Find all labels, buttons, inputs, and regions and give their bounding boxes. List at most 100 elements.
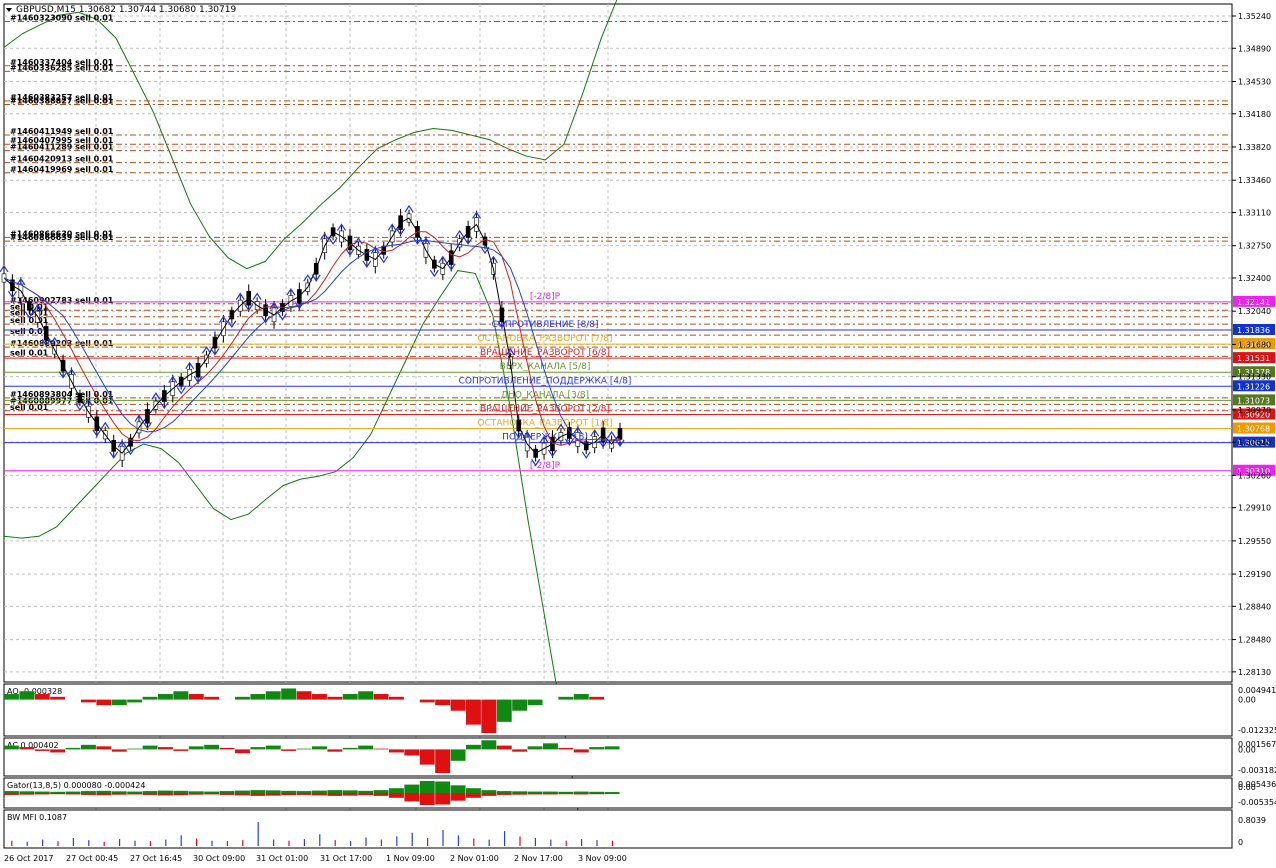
gator-lower-bar: [158, 793, 173, 796]
gator-lower-bar: [281, 793, 297, 796]
mfi-bar: [211, 840, 213, 846]
price-tick-label: 1.32750: [1238, 242, 1271, 251]
gator-upper-bar: [496, 791, 512, 793]
histogram-bar: [543, 743, 558, 750]
histogram-bar: [558, 747, 574, 750]
gator-upper-bar: [450, 785, 466, 793]
gator-lower-bar: [34, 793, 50, 795]
gator-upper-bar: [543, 791, 558, 793]
histogram-bar: [496, 699, 512, 722]
mfi-bar: [288, 840, 290, 846]
gator-upper-bar: [235, 790, 250, 793]
histogram-bar: [235, 696, 250, 700]
indicator-tick-label: 0.00: [1238, 783, 1256, 792]
histogram-bar: [19, 691, 35, 700]
order-label: #1460336285 sell 0.01: [10, 63, 114, 72]
histogram-bar: [573, 694, 589, 700]
mfi-bar: [611, 840, 613, 846]
gator-lower-bar: [312, 793, 327, 796]
histogram-bar: [342, 694, 358, 700]
price-tick-label: 1.28840: [1238, 602, 1271, 611]
gator-lower-bar: [527, 793, 543, 795]
histogram-bar: [604, 746, 620, 750]
histogram-bar: [188, 694, 204, 700]
histogram-bar: [158, 694, 173, 700]
gator-lower-bar: [450, 793, 466, 801]
mfi-bar: [519, 836, 521, 846]
price-tick-label: 1.30970: [1238, 406, 1271, 415]
indicator-tick-label: 0.8039: [1238, 816, 1266, 825]
histogram-bar: [450, 749, 466, 761]
order-label: #1460866639 sell 0.01: [10, 233, 114, 242]
murrey-label: [-2/8]P: [530, 292, 561, 302]
indicator-label: Gator(13,8,5) 0.000080 -0.000424: [7, 781, 145, 790]
gator-upper-bar: [342, 790, 358, 793]
histogram-bar: [19, 747, 35, 750]
histogram-bar: [466, 699, 481, 725]
price-tick-label: 1.29550: [1238, 537, 1271, 546]
gator-upper-bar: [4, 791, 19, 793]
histogram-bar: [281, 688, 297, 700]
time-tick-label: 26 Oct 2017: [4, 854, 53, 863]
order-label: #1460419969 sell 0.01: [10, 165, 114, 174]
price-tick-label: 1.31680: [1238, 340, 1271, 349]
mfi-bar: [534, 838, 536, 846]
indicator-panel-frame: [3, 809, 1233, 849]
indicator-panels: AO -0.000328 0.0049410.00-0.012325AC 0.00…: [3, 683, 1276, 849]
gator-upper-bar: [573, 791, 589, 793]
gator-lower-bar: [543, 793, 558, 795]
time-axis: 26 Oct 2017 27 Oct 00:45 27 Oct 16:45 30 Oc…: [4, 854, 627, 863]
histogram-bar: [173, 749, 189, 751]
order-label: sell 0.01: [10, 348, 49, 357]
dropdown-triangle-icon[interactable]: [6, 8, 12, 12]
order-label: #1460388827 sell 0.01: [10, 97, 114, 106]
time-tick-label: 1 Nov 09:00: [386, 854, 435, 863]
mfi-bar: [149, 841, 151, 846]
histogram-bar: [327, 749, 343, 752]
gator-upper-bar: [111, 791, 127, 793]
price-tick-label: 1.29910: [1238, 504, 1271, 513]
mfi-bar: [257, 822, 259, 846]
histogram-bar: [342, 747, 358, 750]
gator-lower-bar: [111, 793, 127, 795]
gator-lower-bar: [296, 793, 312, 795]
mfi-bar: [57, 841, 59, 846]
gator-upper-bar: [34, 791, 50, 793]
mfi-bar: [226, 841, 228, 846]
mfi-bar: [119, 839, 121, 846]
histogram-bar: [296, 748, 312, 750]
price-tick-label: 1.34890: [1238, 44, 1271, 53]
indicator-tick-label: -0.012325: [1238, 726, 1276, 735]
histogram-bar: [50, 696, 66, 700]
histogram-bar: [96, 746, 112, 750]
histogram-bar: [142, 745, 158, 750]
mfi-bar: [350, 841, 352, 846]
histogram-bar: [50, 749, 66, 753]
gator-upper-bar: [589, 791, 605, 793]
trading-chart[interactable]: #1460323090 sell 0.01#1460337404 sell 0.…: [0, 0, 1276, 868]
histogram-bar: [573, 749, 589, 753]
histogram-bar: [358, 691, 374, 700]
histogram-bar: [219, 747, 235, 750]
main-frame: [3, 3, 1233, 683]
gator-lower-bar: [19, 793, 35, 795]
histogram-bar: [250, 694, 266, 700]
histogram-bar: [435, 749, 451, 773]
histogram-bar: [96, 699, 112, 706]
gator-upper-bar: [527, 791, 543, 793]
gator-lower-bar: [404, 793, 420, 802]
murrey-label: СОПРОТИВЛЕНИЕ [8/8]: [491, 320, 598, 330]
order-label: sell 0.01: [10, 327, 49, 336]
histogram-bar: [527, 699, 543, 706]
histogram-bar: [527, 746, 543, 750]
mfi-bar: [473, 838, 475, 846]
mfi-bar: [165, 839, 167, 846]
murrey-label: СОПРОТИВЛЕНИЕ_ПОДДЕРЖКА [4/8]: [459, 376, 632, 386]
order-label: sell 0.01: [10, 403, 49, 412]
gator-upper-bar: [296, 791, 312, 793]
mfi-bar: [88, 840, 90, 846]
price-tick-label: 1.32400: [1238, 274, 1271, 283]
histogram-bar: [466, 744, 481, 750]
gator-lower-bar: [481, 793, 497, 796]
histogram-bar: [188, 746, 204, 750]
